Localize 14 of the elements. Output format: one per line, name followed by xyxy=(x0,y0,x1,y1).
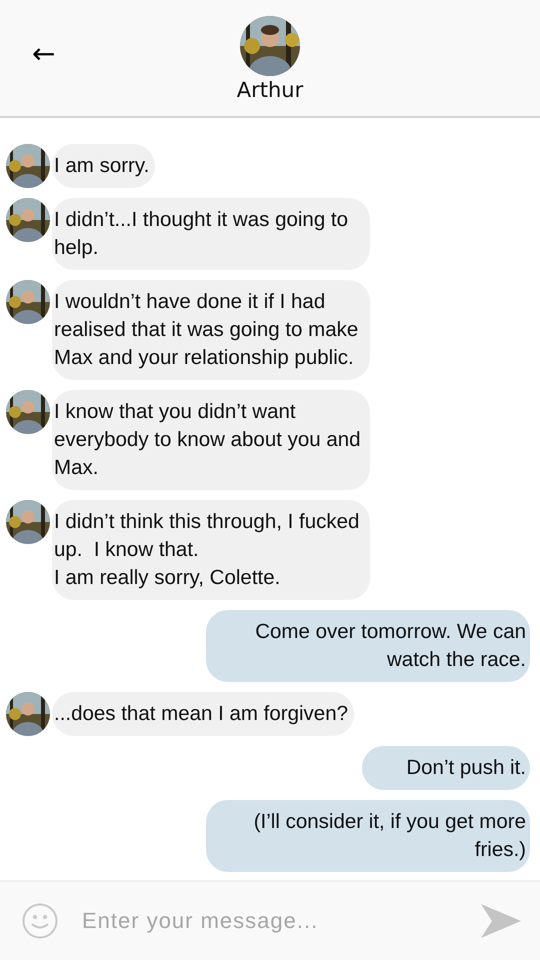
smiley-icon[interactable] xyxy=(22,903,58,939)
message-input[interactable]: Enter your message... xyxy=(80,907,458,935)
send-icon[interactable] xyxy=(480,903,522,939)
message-bubble: I am sorry. xyxy=(52,144,156,188)
message-bubble: ...does that mean I am forgiven? xyxy=(52,692,354,736)
message-bubble: I didn’t...I thought it was going to help. xyxy=(52,198,370,270)
message-bubble: I didn’t think this through, I fucked up. I know that. I am really sorry, Colette. xyxy=(52,500,370,600)
contact-name: Arthur xyxy=(236,78,304,102)
message-bubble: Don’t push it. xyxy=(362,746,530,790)
message-bubble: Come over tomorrow. We can watch the race. xyxy=(206,610,530,682)
message-bubble: I wouldn’t have done it if I had realised that it was going to make Max and your relationship public. xyxy=(52,280,370,380)
message-bubble: I know that you didn’t want everybody to know about you and Max. xyxy=(52,390,370,490)
back-button[interactable]: ← xyxy=(28,38,60,70)
message-bubble: (I’ll consider it, if you get more fries.) xyxy=(206,800,530,872)
